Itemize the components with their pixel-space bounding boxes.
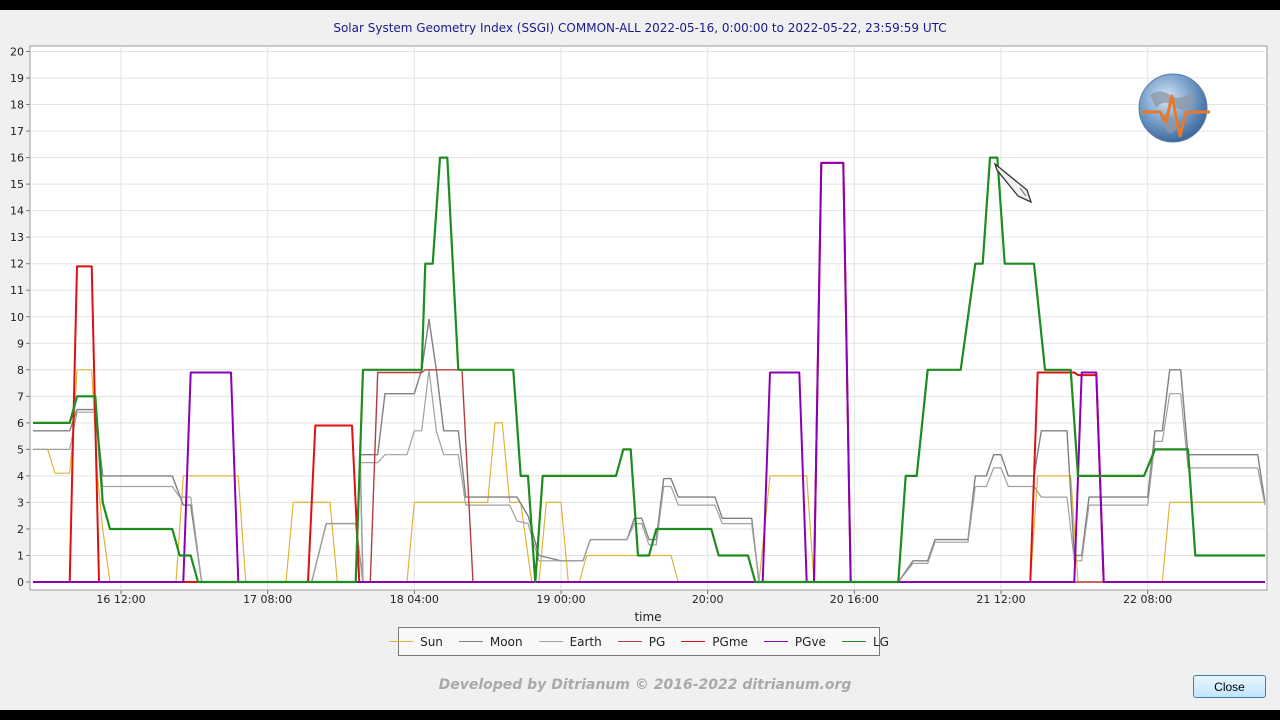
x-tick-label: 18 04:00: [390, 593, 439, 606]
legend-swatch: [389, 641, 414, 642]
legend-item-pgme: PGme: [681, 635, 748, 649]
chart-legend: Sun Moon Earth PG PGme PGve LG: [389, 627, 889, 656]
legend-item-sun: Sun: [389, 635, 443, 649]
y-tick-label: 9: [17, 337, 24, 350]
y-tick-label: 20: [10, 46, 24, 59]
legend-label: PGve: [794, 634, 826, 649]
y-tick-label: 10: [10, 311, 24, 324]
y-tick-label: 5: [17, 443, 24, 456]
y-tick-label: 13: [10, 231, 24, 244]
plot-area: [29, 45, 1268, 591]
legend-label: Earth: [569, 634, 602, 649]
legend-item-earth: Earth: [538, 634, 602, 649]
legend-item-pgve: PGve: [763, 634, 826, 649]
close-button[interactable]: Close: [1193, 675, 1266, 698]
y-tick-label: 14: [10, 205, 24, 218]
legend-swatch: [763, 641, 788, 642]
legend-label: PGme: [712, 634, 748, 649]
legend-item-lg: LG: [841, 634, 889, 649]
y-tick-label: 8: [17, 364, 24, 377]
y-tick-label: 7: [17, 390, 24, 403]
y-tick-label: 2: [17, 523, 24, 536]
y-tick-label: 16: [10, 152, 24, 165]
legend-item-pg: PG: [617, 634, 666, 649]
legend-swatch: [538, 641, 563, 642]
y-tick-label: 18: [10, 99, 24, 112]
x-tick-label: 21 12:00: [976, 593, 1025, 606]
y-tick-label: 4: [17, 470, 24, 483]
footer-credit: Developed by Ditrianum © 2016-2022 ditri…: [438, 677, 852, 693]
x-tick-label: 19 00:00: [536, 593, 585, 606]
x-tick-label: 22 08:00: [1123, 593, 1172, 606]
x-tick-label: 20:00: [692, 593, 724, 606]
y-tick-label: 1: [17, 549, 24, 562]
legend-label: LG: [872, 634, 889, 649]
y-tick-label: 3: [17, 496, 24, 509]
x-tick-label: 17 08:00: [243, 593, 292, 606]
x-tick-label: 20 16:00: [830, 593, 879, 606]
legend-swatch: [617, 641, 642, 642]
legend-swatch: [458, 641, 483, 642]
x-axis-label: time: [634, 610, 661, 624]
y-tick-label: 12: [10, 258, 24, 271]
legend-label: Moon: [489, 634, 523, 649]
y-tick-label: 15: [10, 178, 24, 191]
x-tick-label: 16 12:00: [96, 593, 145, 606]
legend-item-moon: Moon: [458, 634, 523, 649]
y-tick-label: 0: [17, 576, 24, 589]
legend-label: PG: [648, 634, 666, 649]
y-tick-label: 6: [17, 417, 24, 430]
y-tick-label: 19: [10, 72, 24, 85]
y-tick-label: 17: [10, 125, 24, 138]
legend-swatch: [841, 641, 866, 642]
chart-svg: 01234567891011121314151617181920 16 12:0…: [10, 45, 1268, 624]
y-tick-label: 11: [10, 284, 24, 297]
legend-label: Sun: [420, 634, 443, 649]
y-axis-ticks: 01234567891011121314151617181920: [10, 46, 30, 589]
x-axis-ticks: 16 12:00 17 08:00 18 04:00 19 00:00 20:00 20 …: [96, 590, 1172, 606]
legend-swatch: [681, 641, 706, 642]
